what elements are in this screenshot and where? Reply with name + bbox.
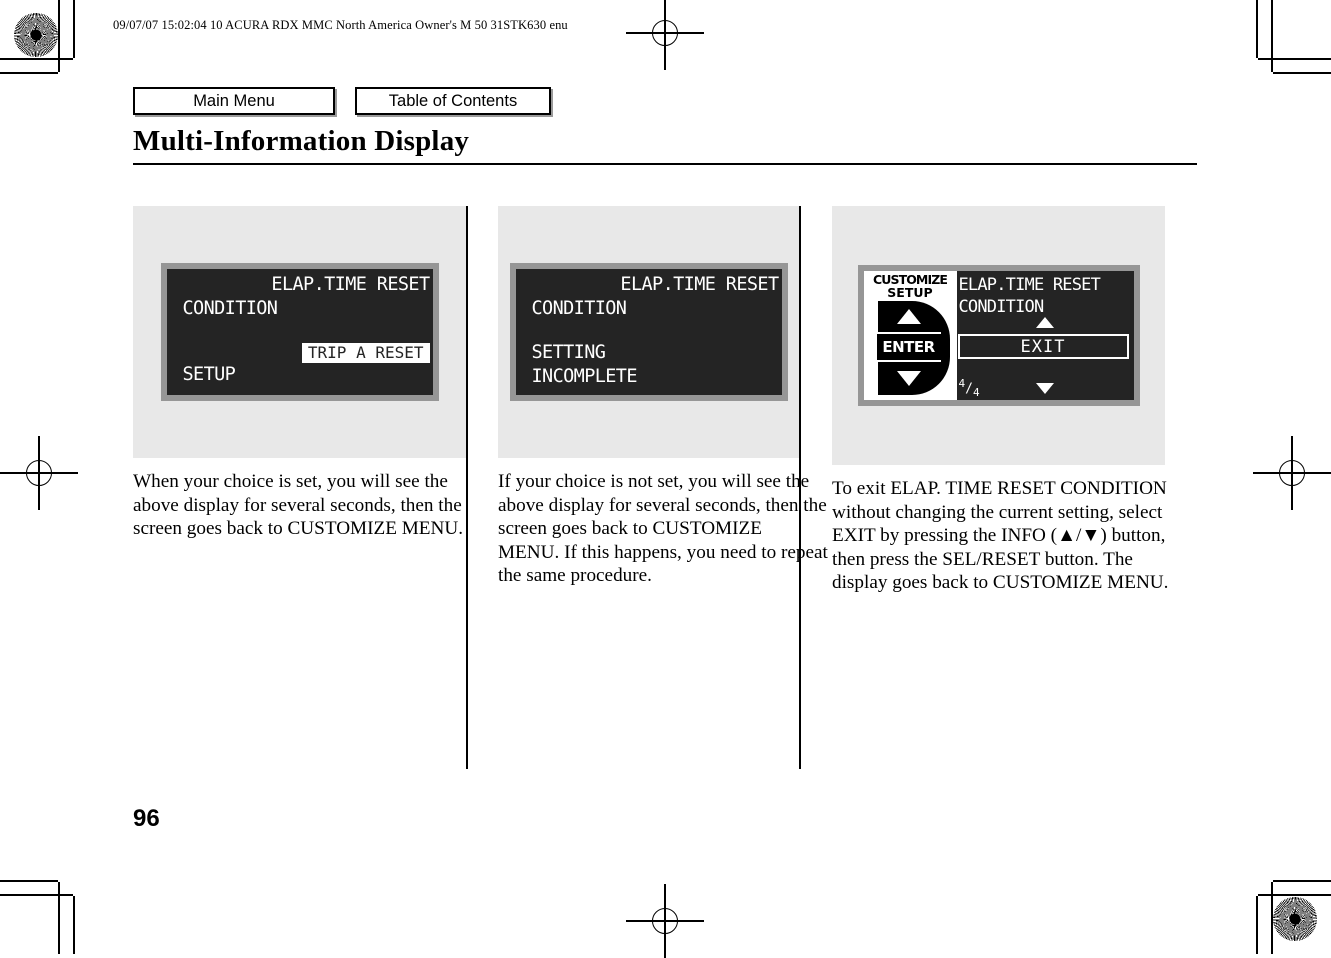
crop-mark-bottom-left-horizontal — [0, 880, 58, 882]
figure-trip-a-reset: ELAP.TIME RESET CONDITION TRIP A RESET S… — [133, 206, 466, 458]
page-title: Multi-Information Display — [133, 125, 470, 157]
registration-target-top — [626, 0, 704, 70]
column-two-body-text: If your choice is not set, you will see … — [498, 471, 828, 587]
content-columns: ELAP.TIME RESET CONDITION TRIP A RESET S… — [133, 206, 1197, 769]
crop-mark-bottom-right-vertical — [1256, 896, 1258, 954]
title-divider-rule — [133, 163, 1197, 165]
crop-mark-bottom-right-inner-vertical — [1271, 882, 1273, 954]
lcd-spacer — [167, 321, 433, 341]
lcd-main-area: ELAP.TIME RESET CONDITION EXIT 4/4 — [957, 271, 1134, 400]
main-menu-button[interactable]: Main Menu — [133, 87, 335, 115]
lcd-line-title-2: CONDITION — [531, 298, 627, 319]
lcd-sidebar-enter-button[interactable]: ENTER — [876, 332, 941, 362]
lcd-highlight-row: TRIP A RESET — [167, 343, 433, 363]
crop-mark-top-right-inner-horizontal — [1258, 58, 1331, 60]
lcd-sidebar-up-button[interactable] — [878, 302, 940, 330]
column-divider-one — [466, 206, 468, 769]
registration-target-bottom — [626, 884, 704, 958]
lcd-line-title-2: CONDITION — [958, 297, 1045, 317]
lcd-line-incomplete: INCOMPLETE — [531, 366, 638, 387]
column-three-body-text: To exit ELAP. TIME RESET CONDITION witho… — [832, 478, 1169, 594]
column-one-body-text: When your choice is set, you will see th… — [133, 471, 464, 540]
registration-target-right — [1253, 436, 1331, 510]
crop-mark-top-left-inner-horizontal — [0, 58, 73, 60]
lcd-selected-item-exit[interactable]: EXIT — [957, 334, 1129, 359]
lcd-sidebar-title: CUSTOMIZE SETUP — [864, 271, 957, 299]
crop-mark-top-right-horizontal — [1273, 72, 1331, 74]
lcd-line-title-1: ELAP.TIME RESET — [958, 275, 1101, 295]
lcd-page-indicator: 4/4 — [958, 377, 980, 399]
crop-mark-top-right-inner-vertical — [1271, 0, 1273, 72]
lcd-sidebar-down-button[interactable] — [878, 364, 940, 392]
lcd-line-title-2: CONDITION — [182, 298, 278, 319]
crop-mark-top-left-inner-vertical — [58, 0, 60, 72]
lcd-bezel: CUSTOMIZE SETUP ENTER ELAP.TIME RESET CO… — [857, 265, 1140, 406]
lcd-screen-customize-setup: CUSTOMIZE SETUP ENTER ELAP.TIME RESET CO… — [863, 271, 1134, 400]
lcd-bezel: ELAP.TIME RESET CONDITION TRIP A RESET S… — [160, 263, 439, 401]
print-slug-line: 09/07/07 15:02:04 10 ACURA RDX MMC North… — [113, 18, 568, 32]
table-of-contents-button[interactable]: Table of Contents — [355, 87, 551, 115]
column-one: ELAP.TIME RESET CONDITION TRIP A RESET S… — [133, 206, 466, 595]
lcd-sidebar-customize-setup: CUSTOMIZE SETUP ENTER — [863, 271, 957, 400]
crop-mark-top-right-vertical — [1256, 0, 1258, 58]
registration-starburst-top-left — [14, 13, 58, 57]
crop-mark-bottom-right-inner-horizontal — [1258, 894, 1331, 896]
triangle-down-icon — [896, 370, 921, 386]
lcd-selected-item: TRIP A RESET — [301, 343, 430, 363]
lcd-page-indicator-denominator: 4 — [972, 386, 980, 399]
lcd-sidebar-title-line-2: SETUP — [887, 285, 933, 300]
page-number: 96 — [133, 805, 160, 832]
lcd-line-title-1: ELAP.TIME RESET — [620, 274, 779, 295]
column-three: CUSTOMIZE SETUP ENTER ELAP.TIME RESET CO… — [799, 206, 1168, 769]
triangle-up-icon — [896, 308, 921, 324]
scroll-down-arrow-icon — [1036, 383, 1054, 394]
crop-mark-bottom-left-inner-vertical — [58, 882, 60, 954]
crop-mark-bottom-left-vertical — [73, 896, 75, 954]
lcd-bezel: ELAP.TIME RESET CONDITION SETTING INCOMP… — [509, 263, 788, 401]
lcd-line-title-1: ELAP.TIME RESET — [271, 274, 430, 295]
column-divider-two — [799, 206, 801, 769]
crop-mark-bottom-right-horizontal — [1273, 880, 1331, 882]
column-two: ELAP.TIME RESET CONDITION SETTING INCOMP… — [466, 206, 828, 769]
lcd-screen-trip-a-reset: ELAP.TIME RESET CONDITION TRIP A RESET S… — [166, 269, 433, 395]
crop-mark-bottom-left-inner-horizontal — [0, 894, 73, 896]
lcd-line-setting: SETTING — [531, 342, 606, 363]
registration-starburst-bottom-right — [1273, 897, 1317, 941]
navigation-bar: Main Menu Table of Contents — [133, 87, 551, 115]
crop-mark-top-left-horizontal — [0, 72, 58, 74]
crop-mark-top-left-vertical — [73, 0, 75, 58]
lcd-screen-setting-incomplete: ELAP.TIME RESET CONDITION SETTING INCOMP… — [515, 269, 782, 395]
lcd-spacer — [516, 321, 782, 341]
lcd-line-setup: SETUP — [182, 364, 236, 385]
registration-target-left — [0, 436, 78, 510]
figure-customize-setup-exit: CUSTOMIZE SETUP ENTER ELAP.TIME RESET CO… — [832, 206, 1165, 465]
lcd-page-indicator-numerator: 4 — [958, 377, 966, 391]
figure-setting-incomplete: ELAP.TIME RESET CONDITION SETTING INCOMP… — [498, 206, 799, 458]
scroll-up-arrow-icon — [1036, 317, 1054, 328]
